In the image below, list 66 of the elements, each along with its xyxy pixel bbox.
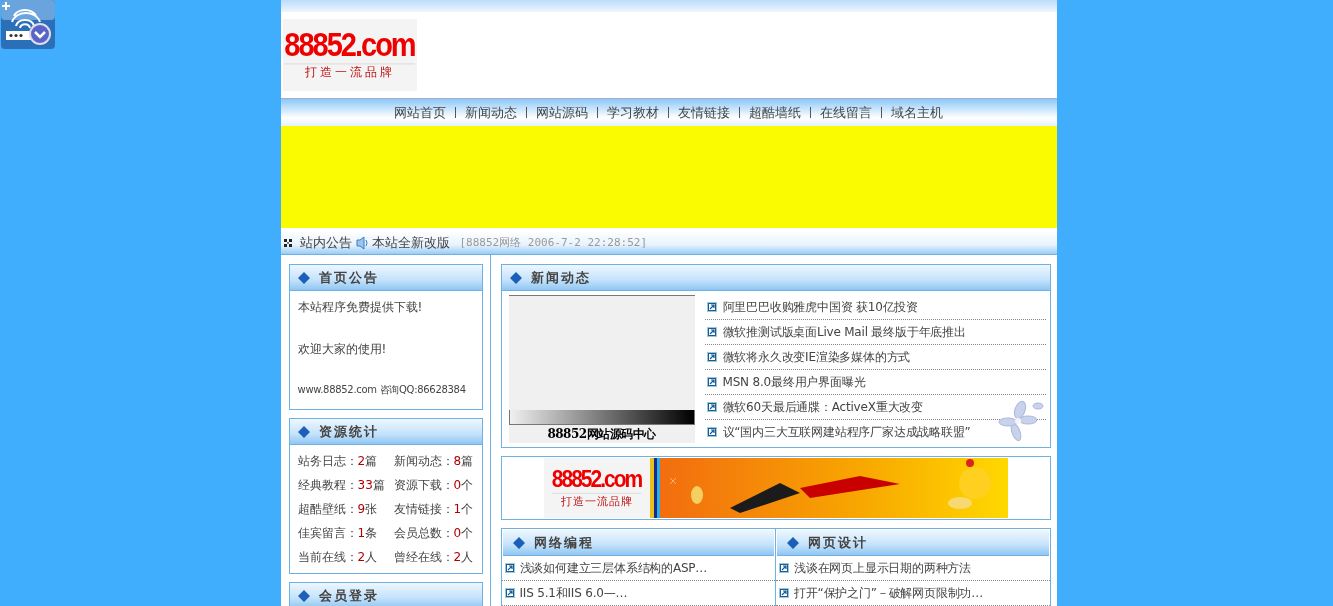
article-link[interactable]: IIS 5.1和IIS 6.0—… — [519, 584, 628, 602]
panel-title: 首页公告 — [318, 268, 379, 287]
article-link[interactable]: 浅谈如何建立三层体系结构的ASP… — [519, 559, 708, 577]
notice-label: 站内公告 — [299, 233, 352, 252]
logo-text: 88852.com — [551, 465, 642, 494]
nav-link[interactable]: 在线留言 — [820, 103, 872, 122]
article-link[interactable]: 打开“保护之门”－破解网页限制功… — [794, 584, 984, 602]
diamond-icon — [297, 589, 310, 602]
news-link[interactable]: 微软60天最后通牒：ActiveX重大改变 — [722, 398, 923, 416]
news-link[interactable]: 微软将永久改变IE渲染多媒体的方式 — [722, 348, 911, 366]
nav-link[interactable]: 新闻动态 — [465, 103, 517, 122]
news-link[interactable]: 阿里巴巴收购雅虎中国资 获10亿投资 — [722, 298, 918, 316]
announcement-text: 欢迎大家的使用! — [297, 341, 388, 358]
stat-text: 站务日志：2篇 — [297, 453, 379, 470]
stat-text: 会员总数：0个 — [393, 525, 475, 542]
panel-title: 网络编程 — [533, 533, 594, 552]
news-link[interactable]: 微软推测试版桌面Live Mail 最终版于年底推出 — [722, 323, 966, 341]
stat-text: 曾经在线：2人 — [393, 549, 475, 566]
notice-date: [88852网络 2006-7-2 22:28:52] — [459, 235, 648, 250]
panel-title: 会员登录 — [318, 586, 379, 605]
diamond-icon — [297, 425, 310, 438]
article-link[interactable]: 浅谈在网页上显示日期的两种方法 — [794, 559, 971, 577]
announcement-text: 本站程序免费提供下载! — [297, 299, 424, 316]
stat-text: 佳宾留言：1条 — [297, 525, 379, 542]
nav-link[interactable]: 网站首页 — [394, 103, 446, 122]
logo-text: 88852.com — [284, 26, 415, 65]
logo-slogan: 打造一流品牌 — [560, 494, 633, 509]
logo[interactable]: 88852.com 打造一流品牌 — [543, 458, 650, 518]
stat-text: 新闻动态：8篇 — [393, 453, 475, 470]
stat-text: 资源下载：0个 — [393, 477, 475, 494]
stat-text: 当前在线：2人 — [297, 549, 379, 566]
flower-drawing — [997, 398, 1044, 442]
notice-link[interactable]: 本站全新改版 — [371, 233, 450, 252]
nav-link[interactable]: 超酷墙纸 — [749, 103, 801, 122]
image-caption: 88852网站源码中心 — [546, 426, 657, 443]
link-arrow-icon — [706, 402, 717, 412]
stat-text: 超酷壁纸：9张 — [297, 501, 379, 518]
news-link[interactable]: MSN 8.0最终用户界面曝光 — [722, 373, 866, 391]
panel-title: 新闻动态 — [530, 268, 591, 287]
grid-icon — [283, 238, 292, 247]
panel-title: 资源统计 — [318, 422, 379, 441]
news-link[interactable]: 议“国内三大互联网建站程序厂家达成战略联盟” — [722, 423, 971, 441]
link-arrow-icon — [504, 588, 515, 598]
logo[interactable]: 88852.com 打造一流品牌 — [282, 19, 417, 91]
link-arrow-icon — [706, 427, 717, 437]
link-arrow-icon — [706, 377, 717, 387]
diamond-icon — [512, 536, 525, 549]
speaker-icon — [355, 235, 368, 250]
nav-link[interactable]: 学习教材 — [607, 103, 659, 122]
link-arrow-icon — [779, 588, 789, 598]
nav-link[interactable]: 网站源码 — [536, 103, 588, 122]
announcement-text: www.88852.com 咨询QQ:86628384 — [297, 383, 467, 397]
diamond-icon — [509, 271, 522, 284]
link-arrow-icon — [706, 302, 717, 312]
stat-text: 友情链接：1个 — [393, 501, 475, 518]
panel-title: 网页设计 — [808, 533, 868, 552]
stat-text: 经典教程：33篇 — [297, 477, 386, 494]
link-arrow-icon — [504, 563, 515, 573]
nav-link[interactable]: 友情链接 — [678, 103, 730, 122]
diamond-icon — [297, 271, 310, 284]
link-arrow-icon — [779, 563, 789, 573]
link-arrow-icon — [706, 352, 717, 362]
diamond-icon — [787, 536, 799, 549]
logo-slogan: 打造一流品牌 — [304, 64, 395, 81]
nav-link[interactable]: 域名主机 — [891, 103, 943, 122]
link-arrow-icon — [706, 327, 717, 337]
